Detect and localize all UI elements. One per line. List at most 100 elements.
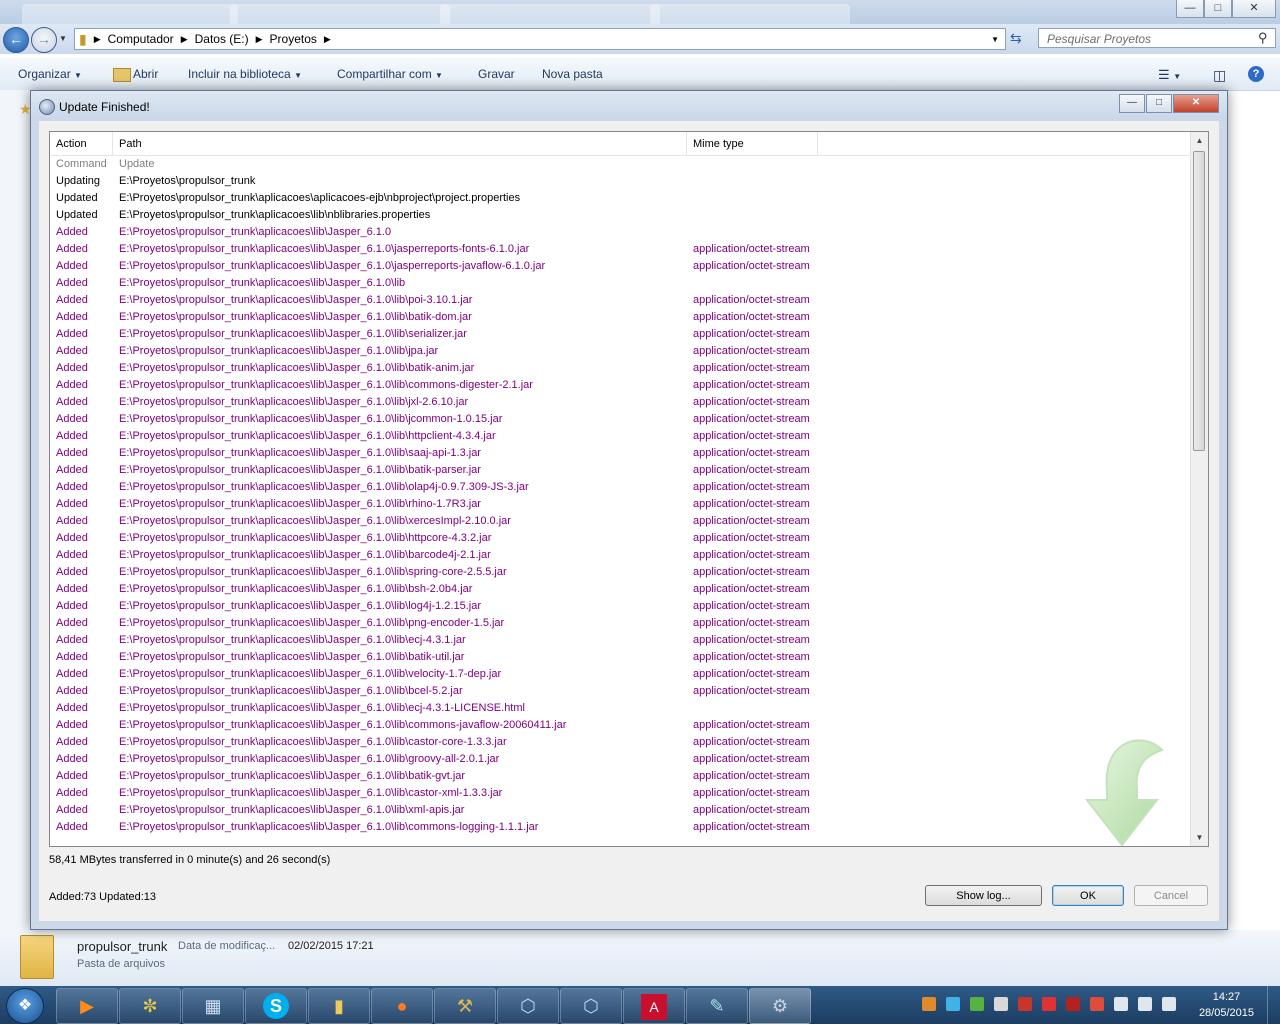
share-menu[interactable]: Compartilhar com ▼ <box>337 67 443 81</box>
table-row[interactable]: Added E:\Proyetos\propulsor_trunk\aplicac… <box>50 343 1190 360</box>
background-tab[interactable] <box>650 4 850 24</box>
calculator-icon[interactable]: ▦ <box>182 988 244 1024</box>
tray-app-icon[interactable] <box>970 997 984 1011</box>
tray-app-icon[interactable] <box>1042 997 1056 1011</box>
table-row[interactable]: Added E:\Proyetos\propulsor_trunk\aplicac… <box>50 309 1190 326</box>
table-row[interactable]: Added E:\Proyetos\propulsor_trunk\aplicac… <box>50 802 1190 819</box>
tray-app-icon[interactable] <box>922 997 936 1011</box>
table-row[interactable]: Updated E:\Proyetos\propulsor_trunk\aplic… <box>50 207 1190 224</box>
table-row[interactable]: Added E:\Proyetos\propulsor_trunk\aplicac… <box>50 700 1190 717</box>
organize-menu[interactable]: Organizar ▼ <box>18 67 82 81</box>
cancel-button[interactable]: Cancel <box>1134 885 1208 906</box>
table-row[interactable]: Added E:\Proyetos\propulsor_trunk\aplicac… <box>50 683 1190 700</box>
search-icon[interactable]: ⚲ <box>1258 30 1268 46</box>
show-desktop-button[interactable] <box>1267 986 1280 1024</box>
table-row[interactable]: Added E:\Proyetos\propulsor_trunk\aplicac… <box>50 360 1190 377</box>
update-results-list[interactable]: Action Path Mime type Command Update Updat… <box>49 131 1209 847</box>
table-row[interactable]: Added E:\Proyetos\propulsor_trunk\aplicac… <box>50 751 1190 768</box>
burn-button[interactable]: Gravar <box>478 67 515 81</box>
background-tab[interactable] <box>440 4 660 24</box>
network-icon[interactable] <box>1114 997 1128 1011</box>
table-row[interactable]: Added E:\Proyetos\propulsor_trunk\aplicac… <box>50 598 1190 615</box>
table-row[interactable]: Added E:\Proyetos\propulsor_trunk\aplicac… <box>50 224 1190 241</box>
table-row[interactable]: Added E:\Proyetos\propulsor_trunk\aplicac… <box>50 275 1190 292</box>
table-row[interactable]: Added E:\Proyetos\propulsor_trunk\aplicac… <box>50 615 1190 632</box>
clock[interactable]: 14:27 28/05/2015 <box>1199 989 1254 1021</box>
search-input[interactable]: Pesquisar Proyetos <box>1038 28 1276 48</box>
open-button[interactable]: Abrir <box>133 67 158 81</box>
breadcrumb-chevron-icon[interactable]: ▶ <box>253 34 266 45</box>
table-row[interactable]: Added E:\Proyetos\propulsor_trunk\aplicac… <box>50 666 1190 683</box>
minimize-icon[interactable]: — <box>1119 94 1145 113</box>
skype-icon[interactable]: S <box>245 988 307 1024</box>
tray-app-icon[interactable] <box>1090 997 1104 1011</box>
table-row[interactable]: Added E:\Proyetos\propulsor_trunk\aplicac… <box>50 292 1190 309</box>
background-tab[interactable] <box>230 4 450 24</box>
maximize-icon[interactable]: □ <box>1204 0 1232 18</box>
tools-icon[interactable]: ⚒ <box>434 988 496 1024</box>
view-options-icon[interactable]: ☰ ▼ <box>1158 67 1181 83</box>
table-row[interactable]: Updating E:\Proyetos\propulsor_trunk <box>50 173 1190 190</box>
table-row[interactable]: Added E:\Proyetos\propulsor_trunk\aplicac… <box>50 581 1190 598</box>
maximize-icon[interactable]: □ <box>1146 94 1172 113</box>
refresh-icon[interactable]: ⇆ <box>1010 30 1022 47</box>
table-row[interactable]: Added E:\Proyetos\propulsor_trunk\aplicac… <box>50 768 1190 785</box>
dialog-titlebar[interactable]: Update Finished! — □ ✕ <box>31 91 1227 121</box>
table-row[interactable]: Updated E:\Proyetos\propulsor_trunk\aplic… <box>50 190 1190 207</box>
recent-pages-chevron-icon[interactable]: ▼ <box>59 34 67 43</box>
virtual-box-icon[interactable]: ⬡ <box>560 988 622 1024</box>
table-row[interactable]: Command Update <box>50 156 1190 173</box>
table-row[interactable]: Added E:\Proyetos\propulsor_trunk\aplicac… <box>50 377 1190 394</box>
minimize-icon[interactable]: — <box>1176 0 1204 18</box>
show-log-button[interactable]: Show log... <box>925 885 1042 906</box>
table-row[interactable]: Added E:\Proyetos\propulsor_trunk\aplicac… <box>50 547 1190 564</box>
tray-app-icon[interactable] <box>1018 997 1032 1011</box>
breadcrumb-chevron-icon[interactable]: ▶ <box>321 34 334 45</box>
table-row[interactable]: Added E:\Proyetos\propulsor_trunk\aplicac… <box>50 530 1190 547</box>
table-row[interactable]: Added E:\Proyetos\propulsor_trunk\aplicac… <box>50 564 1190 581</box>
breadcrumb-chevron-icon[interactable]: ▶ <box>178 34 191 45</box>
notes-icon[interactable]: ✎ <box>686 988 748 1024</box>
table-row[interactable]: Added E:\Proyetos\propulsor_trunk\aplicac… <box>50 734 1190 751</box>
table-row[interactable]: Added E:\Proyetos\propulsor_trunk\aplicac… <box>50 785 1190 802</box>
column-header-mime[interactable]: Mime type <box>687 132 818 155</box>
paint-icon[interactable]: ✼ <box>119 988 181 1024</box>
background-tab[interactable] <box>22 4 238 24</box>
column-header-path[interactable]: Path <box>113 132 687 155</box>
include-library-menu[interactable]: Incluir na biblioteca ▼ <box>188 67 302 81</box>
tortoise-svn-icon[interactable]: ⚙ <box>749 988 811 1024</box>
table-row[interactable]: Added E:\Proyetos\propulsor_trunk\aplicac… <box>50 649 1190 666</box>
security-shield-icon[interactable] <box>1066 997 1080 1011</box>
table-row[interactable]: Added E:\Proyetos\propulsor_trunk\aplicac… <box>50 479 1190 496</box>
table-row[interactable]: Added E:\Proyetos\propulsor_trunk\aplicac… <box>50 819 1190 836</box>
tray-app-icon[interactable] <box>946 997 960 1011</box>
help-icon[interactable]: ? <box>1248 66 1264 82</box>
table-row[interactable]: Added E:\Proyetos\propulsor_trunk\aplicac… <box>50 258 1190 275</box>
scroll-down-icon[interactable]: ▼ <box>1191 829 1208 846</box>
breadcrumb-item[interactable]: Proyetos <box>266 32 321 46</box>
vertical-scrollbar[interactable]: ▲ ▼ <box>1190 132 1208 846</box>
table-row[interactable]: Added E:\Proyetos\propulsor_trunk\aplicac… <box>50 445 1190 462</box>
tray-app-icon[interactable] <box>994 997 1008 1011</box>
table-row[interactable]: Added E:\Proyetos\propulsor_trunk\aplicac… <box>50 513 1190 530</box>
media-player-icon[interactable]: ▶ <box>56 988 118 1024</box>
table-row[interactable]: Added E:\Proyetos\propulsor_trunk\aplicac… <box>50 394 1190 411</box>
address-dropdown-icon[interactable]: ▼ <box>991 35 1005 44</box>
table-row[interactable]: Added E:\Proyetos\propulsor_trunk\aplicac… <box>50 632 1190 649</box>
firefox-icon[interactable]: ● <box>371 988 433 1024</box>
table-row[interactable]: Added E:\Proyetos\propulsor_trunk\aplicac… <box>50 326 1190 343</box>
forward-arrow-icon[interactable]: → <box>31 27 57 53</box>
table-row[interactable]: Added E:\Proyetos\propulsor_trunk\aplicac… <box>50 241 1190 258</box>
close-icon[interactable]: ✕ <box>1173 94 1219 113</box>
preview-pane-icon[interactable]: ◫ <box>1213 67 1226 84</box>
new-folder-button[interactable]: Nova pasta <box>542 67 603 81</box>
table-row[interactable]: Added E:\Proyetos\propulsor_trunk\aplicac… <box>50 411 1190 428</box>
explorer-icon[interactable]: ▮ <box>308 988 370 1024</box>
close-icon[interactable]: ✕ <box>1232 0 1276 18</box>
table-row[interactable]: Added E:\Proyetos\propulsor_trunk\aplicac… <box>50 428 1190 445</box>
back-arrow-icon[interactable]: ← <box>3 27 29 53</box>
breadcrumb-item[interactable]: Datos (E:) <box>191 32 253 46</box>
pdf-reader-icon[interactable]: A <box>623 988 685 1024</box>
table-row[interactable]: Added E:\Proyetos\propulsor_trunk\aplicac… <box>50 717 1190 734</box>
volume-icon[interactable] <box>1138 997 1152 1011</box>
